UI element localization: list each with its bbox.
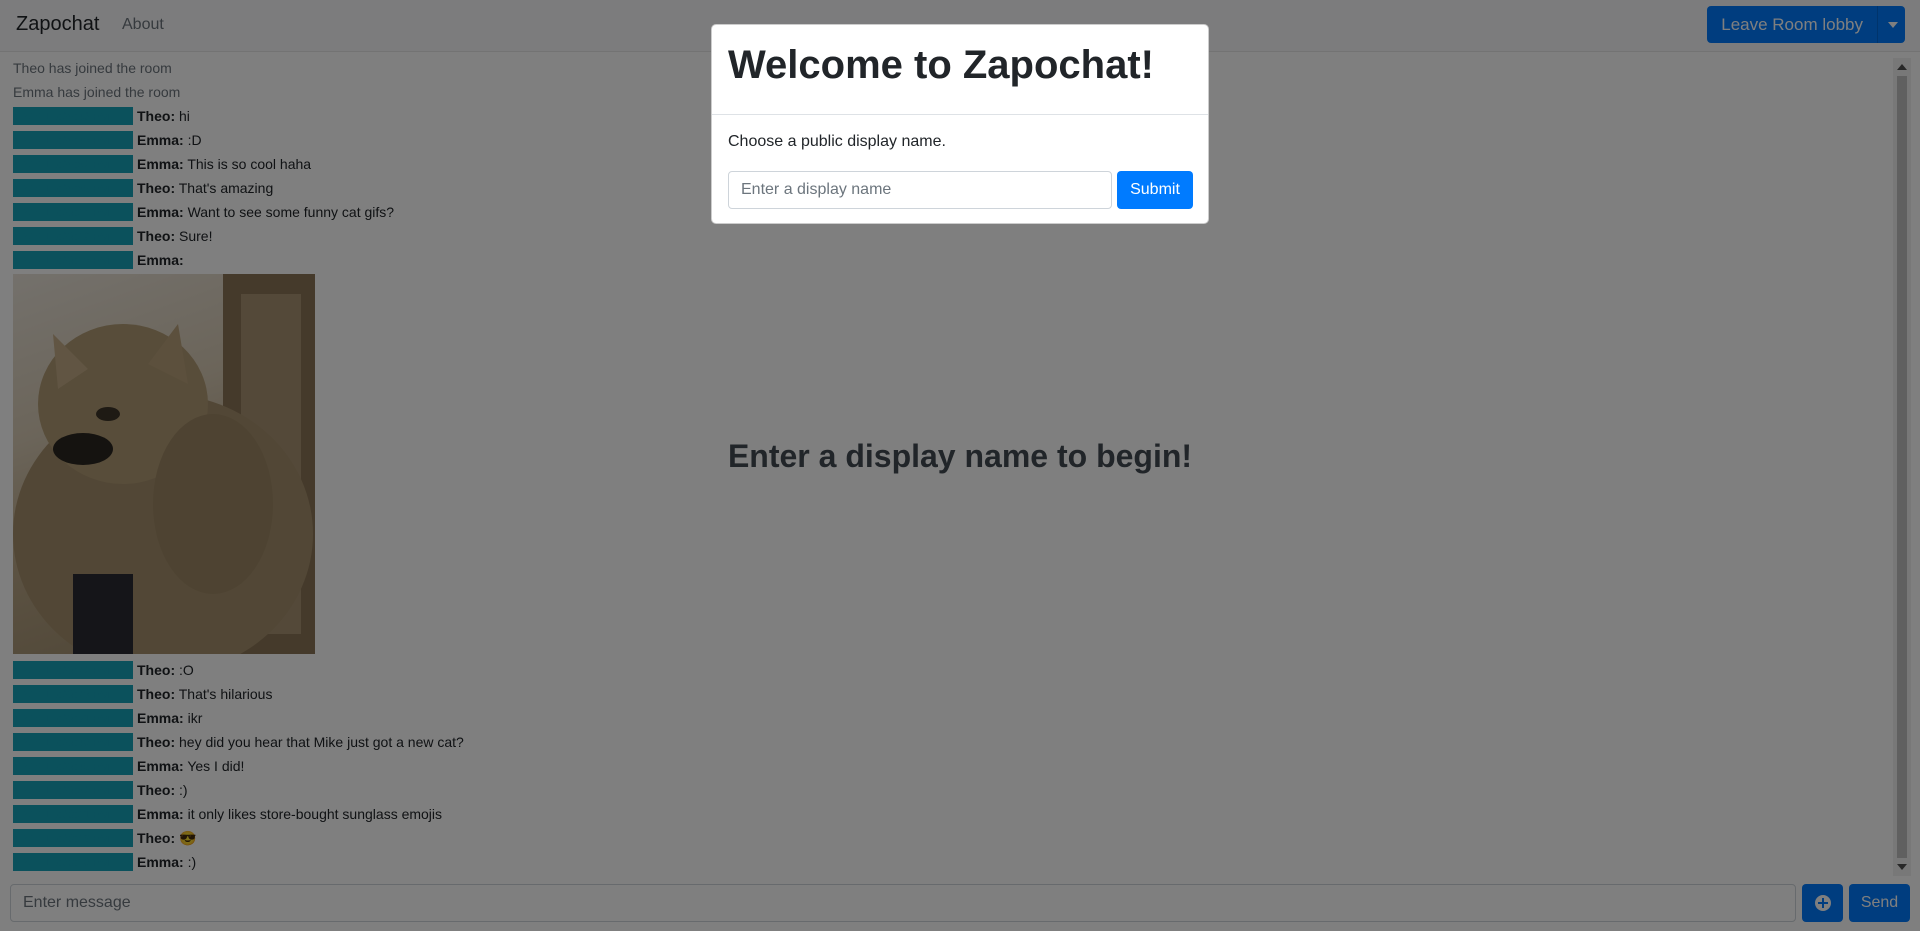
modal-header: Welcome to Zapochat! (712, 25, 1208, 115)
submit-button[interactable]: Submit (1117, 171, 1193, 209)
modal-title: Welcome to Zapochat! (728, 43, 1154, 87)
display-name-input[interactable] (728, 171, 1112, 209)
display-name-prompt: Enter a display name to begin! (727, 438, 1193, 474)
modal-instruction: Choose a public display name. (728, 133, 946, 150)
welcome-modal: Welcome to Zapochat! Choose a public dis… (711, 24, 1209, 224)
